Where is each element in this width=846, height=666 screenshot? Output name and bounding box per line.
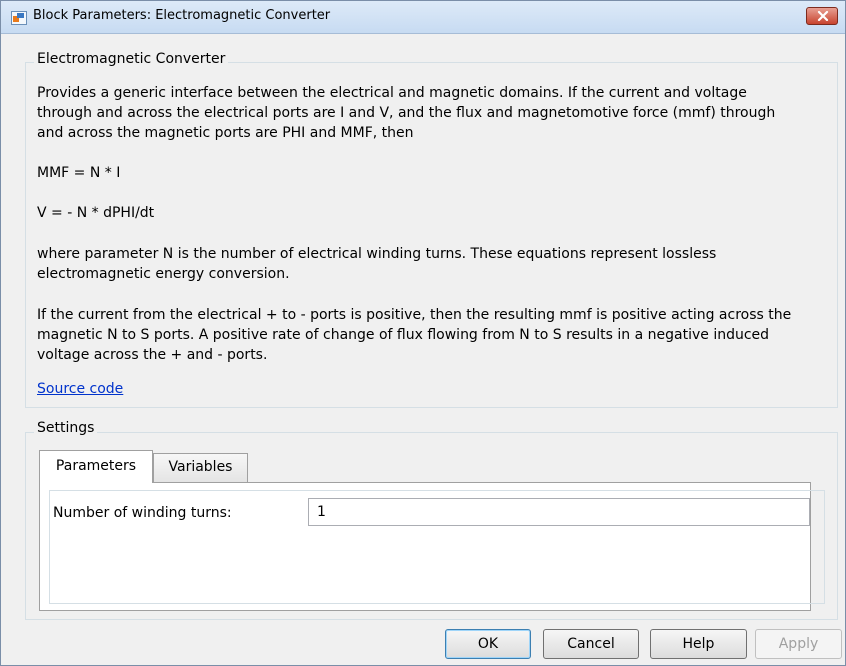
equation-voltage: V = - N * dPHI/dt bbox=[37, 205, 155, 221]
source-code-link[interactable]: Source code bbox=[37, 381, 123, 397]
settings-group-title: Settings bbox=[34, 420, 98, 436]
simulink-block-icon bbox=[11, 10, 27, 25]
winding-turns-input[interactable] bbox=[308, 498, 810, 526]
winding-turns-label: Number of winding turns: bbox=[53, 505, 232, 521]
ok-button[interactable]: OK bbox=[445, 629, 531, 659]
description-line: and across the magnetic ports are PHI an… bbox=[37, 125, 414, 141]
description-line: through and across the electrical ports … bbox=[37, 105, 776, 121]
description-line: electromagnetic energy conversion. bbox=[37, 266, 290, 282]
window-title: Block Parameters: Electromagnetic Conver… bbox=[33, 8, 331, 23]
tab-variables[interactable]: Variables bbox=[153, 453, 248, 483]
close-icon bbox=[817, 11, 829, 21]
title-bar[interactable]: Block Parameters: Electromagnetic Conver… bbox=[1, 1, 845, 34]
apply-button[interactable]: Apply bbox=[755, 629, 842, 659]
description-line: magnetic N to S ports. A positive rate o… bbox=[37, 327, 770, 343]
equation-mmf: MMF = N * I bbox=[37, 165, 121, 181]
description-line: Provides a generic interface between the… bbox=[37, 85, 747, 101]
dialog-window: Block Parameters: Electromagnetic Conver… bbox=[0, 0, 846, 666]
cancel-button[interactable]: Cancel bbox=[543, 629, 639, 659]
tab-parameters[interactable]: Parameters bbox=[39, 450, 153, 483]
description-line: voltage across the + and - ports. bbox=[37, 347, 268, 363]
description-group-title: Electromagnetic Converter bbox=[34, 51, 229, 67]
description-line: where parameter N is the number of elect… bbox=[37, 246, 717, 262]
close-button[interactable] bbox=[806, 7, 838, 25]
description-line: If the current from the electrical + to … bbox=[37, 307, 792, 323]
help-button[interactable]: Help bbox=[650, 629, 747, 659]
